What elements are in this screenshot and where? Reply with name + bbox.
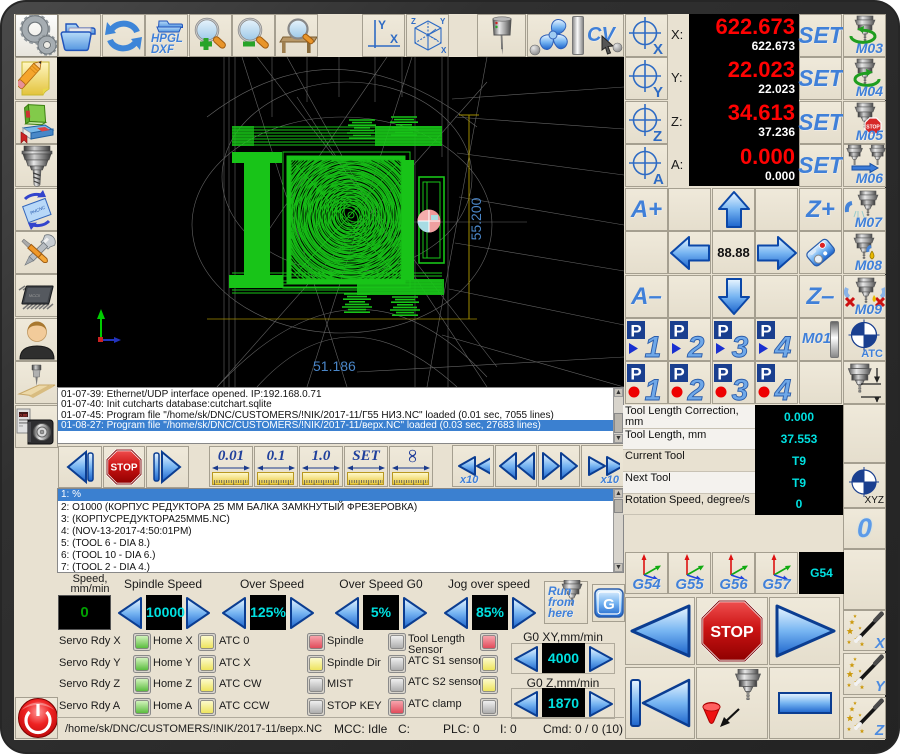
svg-text:X: X: [441, 46, 447, 55]
svg-text:G: G: [603, 596, 615, 613]
svg-text:4: 4: [774, 331, 792, 361]
svg-text:Y: Y: [440, 17, 446, 26]
svg-text:2: 2: [687, 331, 705, 361]
svg-text:P: P: [760, 322, 771, 341]
svg-text:STOP: STOP: [110, 463, 137, 474]
svg-text:3: 3: [732, 331, 749, 361]
svg-text:P: P: [630, 322, 641, 341]
svg-text:55.200: 55.200: [468, 197, 484, 240]
svg-text:Y: Y: [378, 18, 386, 32]
svg-text:4: 4: [774, 374, 792, 404]
svg-text:STOP: STOP: [710, 624, 754, 641]
svg-text:Z: Z: [874, 722, 885, 738]
svg-text:1: 1: [645, 374, 662, 404]
svg-text:P: P: [673, 365, 684, 384]
svg-text:2: 2: [687, 374, 705, 404]
svg-text:P: P: [673, 322, 684, 341]
svg-text:Y: Y: [653, 84, 663, 100]
svg-text:1: 1: [645, 331, 662, 361]
svg-text:X: X: [874, 635, 885, 651]
svg-text:51.186: 51.186: [313, 358, 356, 374]
svg-text:MCC5: MCC5: [28, 293, 41, 298]
svg-text:X: X: [390, 32, 398, 46]
svg-text:A: A: [653, 171, 664, 187]
svg-text:Z: Z: [411, 17, 416, 26]
svg-text:Z: Z: [653, 128, 662, 144]
svg-text:P: P: [630, 365, 641, 384]
svg-text:P: P: [717, 322, 728, 341]
svg-text:X: X: [653, 41, 663, 57]
svg-text:P: P: [760, 365, 771, 384]
svg-text:P: P: [717, 365, 728, 384]
svg-text:0.00: 0.00: [20, 412, 29, 417]
svg-text:Y: Y: [875, 678, 885, 694]
svg-text:3: 3: [732, 374, 749, 404]
